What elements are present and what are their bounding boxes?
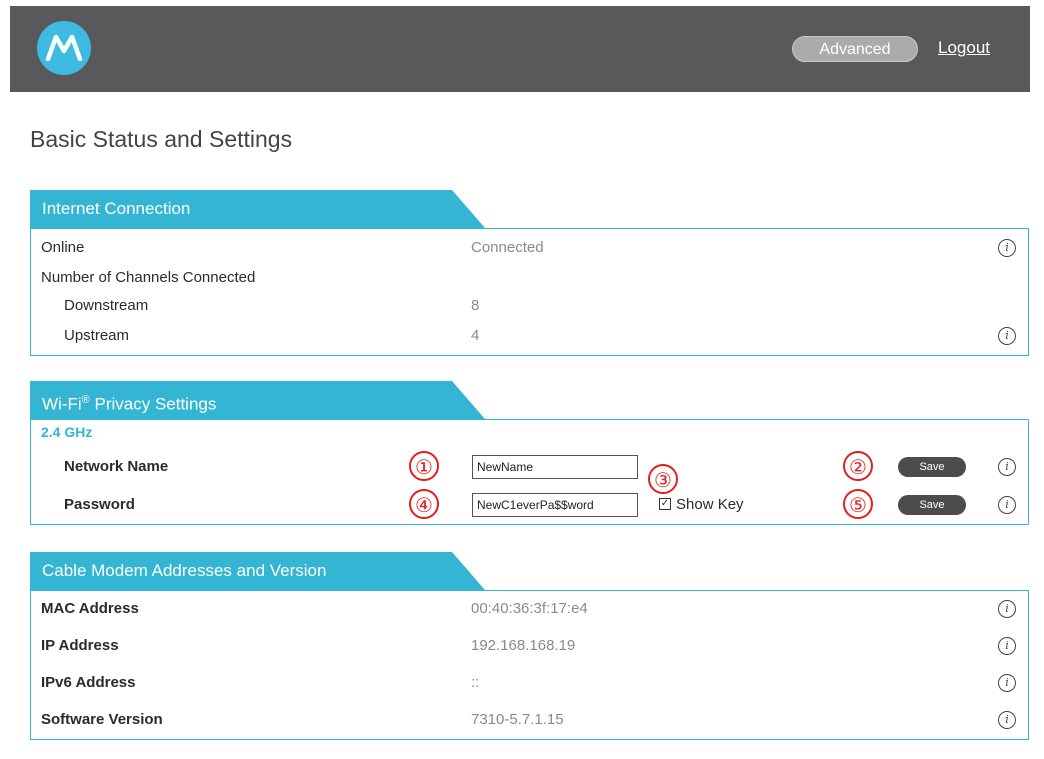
info-icon[interactable]: i xyxy=(998,637,1016,655)
show-key-label: Show Key xyxy=(676,496,744,513)
network-name-input[interactable] xyxy=(472,455,638,479)
motorola-logo-icon[interactable] xyxy=(37,21,91,75)
row-value: :: xyxy=(471,674,480,691)
callout-5: ⑤ xyxy=(843,489,873,519)
cable-modem-box: MAC Address 00:40:36:3f:17:e4 i IP Addre… xyxy=(30,590,1029,740)
row-value: 192.168.168.19 xyxy=(471,637,576,654)
row-label: Upstream xyxy=(64,327,130,344)
info-icon[interactable]: i xyxy=(998,600,1016,618)
password-label: Password xyxy=(64,496,135,513)
row-online: Online Connected i xyxy=(31,233,1028,263)
row-value: 4 xyxy=(471,327,480,344)
row-password: Password ④ ✓ Show Key ⑤ Save i xyxy=(31,489,1028,520)
band-label: 2.4 GHz xyxy=(41,424,93,440)
row-label: MAC Address xyxy=(41,600,139,617)
row-mac-address: MAC Address 00:40:36:3f:17:e4 i xyxy=(31,594,1028,624)
row-label: Online xyxy=(41,239,85,256)
row-ip-address: IP Address 192.168.168.19 i xyxy=(31,631,1028,661)
internet-connection-box: Online Connected i Number of Channels Co… xyxy=(30,228,1029,356)
network-name-label: Network Name xyxy=(64,458,169,475)
section-title: Internet Connection xyxy=(42,199,191,218)
logout-link[interactable]: Logout xyxy=(938,38,990,58)
info-icon[interactable]: i xyxy=(998,239,1016,257)
wifi-privacy-box: 2.4 GHz Network Name ① ③ ② Save i Passwo… xyxy=(30,419,1029,525)
info-icon[interactable]: i xyxy=(998,327,1016,345)
section-title: Wi-Fi® Privacy Settings xyxy=(42,394,217,414)
row-value: 7310-5.7.1.15 xyxy=(471,711,564,728)
info-icon[interactable]: i xyxy=(998,458,1016,476)
info-icon[interactable]: i xyxy=(998,496,1016,514)
advanced-button[interactable]: Advanced xyxy=(792,36,918,62)
password-input[interactable] xyxy=(472,493,638,517)
row-channels: Number of Channels Connected xyxy=(31,263,1028,293)
page-title: Basic Status and Settings xyxy=(30,126,293,152)
section-tab: Cable Modem Addresses and Version xyxy=(30,552,485,590)
section-tab: Wi-Fi® Privacy Settings xyxy=(30,381,485,419)
row-label: Number of Channels Connected xyxy=(41,269,256,286)
row-network-name: Network Name ① ③ ② Save i xyxy=(31,451,1028,494)
row-label: Downstream xyxy=(64,297,149,314)
row-value: Connected xyxy=(471,239,544,256)
row-value: 00:40:36:3f:17:e4 xyxy=(471,600,588,617)
row-label: Software Version xyxy=(41,711,163,728)
row-downstream: Downstream 8 xyxy=(31,291,1028,321)
save-password-button[interactable]: Save xyxy=(898,495,966,515)
row-ipv6-address: IPv6 Address :: i xyxy=(31,668,1028,698)
top-header-bar: Advanced Logout xyxy=(10,6,1030,92)
save-network-name-button[interactable]: Save xyxy=(898,457,966,477)
show-key-checkbox[interactable]: ✓ xyxy=(659,498,671,510)
row-label: IP Address xyxy=(41,637,119,654)
info-icon[interactable]: i xyxy=(998,674,1016,692)
row-label: IPv6 Address xyxy=(41,674,136,691)
row-value: 8 xyxy=(471,297,480,314)
row-software-version: Software Version 7310-5.7.1.15 i xyxy=(31,705,1028,735)
callout-4: ④ xyxy=(409,489,439,519)
callout-2: ② xyxy=(843,451,873,481)
row-upstream: Upstream 4 i xyxy=(31,321,1028,351)
section-title: Cable Modem Addresses and Version xyxy=(42,561,327,580)
callout-1: ① xyxy=(409,451,439,481)
info-icon[interactable]: i xyxy=(998,711,1016,729)
section-tab: Internet Connection xyxy=(30,190,485,228)
